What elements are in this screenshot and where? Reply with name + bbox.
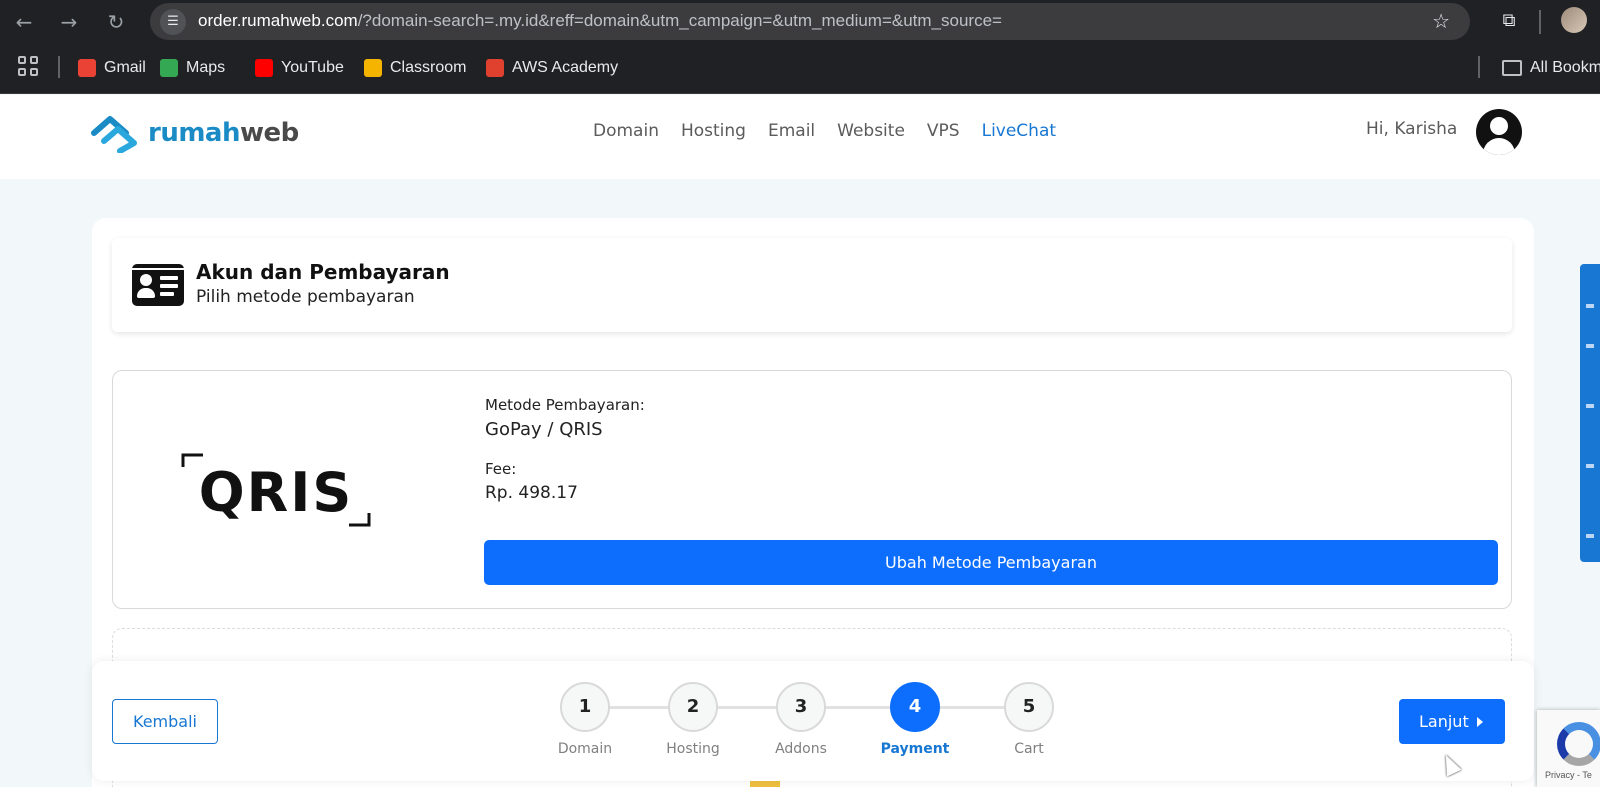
extensions-icon[interactable]: ⧉ <box>1496 8 1522 34</box>
step-connector <box>940 706 1004 709</box>
step-connector <box>826 706 890 709</box>
forward-arrow-icon[interactable]: → <box>55 8 83 36</box>
main-nav: Domain Hosting Email Website VPS LiveChat <box>593 121 1056 141</box>
folder-icon <box>1502 60 1522 76</box>
profile-avatar[interactable] <box>1561 7 1587 33</box>
partial-image <box>750 780 780 787</box>
nav-email[interactable]: Email <box>768 121 815 141</box>
recaptcha-privacy-text[interactable]: Privacy - Te <box>1545 770 1592 780</box>
browser-toolbar: ← → ↻ ☰ order.rumahweb.com/?domain-searc… <box>0 0 1600 44</box>
step-cart-circle[interactable]: 5 <box>1004 682 1054 732</box>
change-payment-method-button[interactable]: Ubah Metode Pembayaran <box>484 540 1498 585</box>
bookmark-label: AWS Academy <box>512 59 619 76</box>
back-button[interactable]: Kembali <box>112 699 218 744</box>
url-path: /?domain-search=.my.id&reff=domain&utm_c… <box>357 11 1002 30</box>
step-domain-label: Domain <box>557 741 613 757</box>
site-header: rumahweb Domain Hosting Email Website VPS Liv… <box>0 95 1600 179</box>
step-connector <box>718 706 776 709</box>
site-info-icon[interactable]: ☰ <box>160 9 186 35</box>
section-title: Akun dan Pembayaran <box>196 260 450 284</box>
step-addons-label: Addons <box>775 741 827 757</box>
bookmark-maps[interactable]: Maps <box>160 56 225 80</box>
classroom-icon <box>364 59 382 77</box>
bookmark-label: Gmail <box>104 59 146 76</box>
back-arrow-icon[interactable]: ← <box>10 8 38 36</box>
id-card-icon <box>132 264 184 306</box>
url-text[interactable]: order.rumahweb.com/?domain-search=.my.id… <box>198 11 1002 31</box>
bookmark-gmail[interactable]: Gmail <box>78 56 146 80</box>
payment-method-label: Metode Pembayaran: <box>485 396 645 414</box>
feedback-side-tab[interactable] <box>1580 264 1600 562</box>
all-bookmarks-button[interactable]: All Bookm <box>1502 56 1600 80</box>
checkout-stepper-bar: Kembali 1 Domain 2 Hosting 3 Addons 4 Payment 5 C… <box>92 661 1534 781</box>
payment-method-value: GoPay / QRIS <box>485 419 603 440</box>
bookmark-label: Classroom <box>390 59 467 76</box>
logo-text: rumahweb <box>148 118 299 148</box>
step-domain-circle[interactable]: 1 <box>560 682 610 732</box>
section-header: Akun dan Pembayaran Pilih metode pembaya… <box>112 238 1512 332</box>
step-payment-circle[interactable]: 4 <box>890 682 940 732</box>
bookmark-star-icon[interactable]: ☆ <box>1432 9 1450 33</box>
maps-icon <box>160 59 178 77</box>
step-addons-circle[interactable]: 3 <box>776 682 826 732</box>
aws-academy-icon <box>486 59 504 77</box>
rumahweb-logo[interactable]: rumahweb <box>90 113 299 153</box>
gmail-icon <box>78 59 96 77</box>
bookmark-classroom[interactable]: Classroom <box>364 56 466 80</box>
fee-value: Rp. 498.17 <box>485 483 578 503</box>
toolbar-divider <box>1539 10 1541 34</box>
youtube-icon <box>255 59 273 77</box>
recaptcha-badge[interactable]: Privacy - Te <box>1537 710 1600 787</box>
caret-right-icon <box>1477 717 1483 727</box>
all-bookmarks-label: All Bookm <box>1530 59 1600 76</box>
svg-text:QRIS: QRIS <box>199 461 353 524</box>
bookmark-youtube[interactable]: YouTube <box>255 56 344 80</box>
qris-logo: QRIS <box>181 453 371 527</box>
apps-grid-icon[interactable] <box>18 56 40 78</box>
next-button[interactable]: Lanjut <box>1399 699 1505 744</box>
bookmark-label: YouTube <box>281 59 344 76</box>
nav-domain[interactable]: Domain <box>593 121 659 141</box>
bookmarks-divider <box>1478 56 1480 78</box>
bookmarks-divider <box>58 56 60 78</box>
nav-vps[interactable]: VPS <box>927 121 960 141</box>
bookmark-aws-academy[interactable]: AWS Academy <box>486 56 618 80</box>
step-connector <box>610 706 668 709</box>
payment-method-panel: QRIS Metode Pembayaran: GoPay / QRIS Fee… <box>112 370 1512 609</box>
user-greeting: Hi, Karisha <box>1366 119 1458 139</box>
step-hosting-circle[interactable]: 2 <box>668 682 718 732</box>
step-hosting-label: Hosting <box>666 741 720 757</box>
bookmarks-bar: Gmail Maps YouTube Classroom AWS Academy All… <box>0 44 1600 94</box>
step-payment-label: Payment <box>880 741 950 757</box>
nav-website[interactable]: Website <box>837 121 905 141</box>
nav-hosting[interactable]: Hosting <box>681 121 746 141</box>
section-subtitle: Pilih metode pembayaran <box>196 287 415 307</box>
nav-livechat[interactable]: LiveChat <box>982 121 1056 141</box>
reload-icon[interactable]: ↻ <box>102 8 130 36</box>
url-host: order.rumahweb.com <box>198 11 358 30</box>
address-bar[interactable]: ☰ order.rumahweb.com/?domain-search=.my.… <box>150 3 1470 40</box>
next-button-label: Lanjut <box>1419 712 1469 731</box>
bookmark-label: Maps <box>186 59 226 76</box>
recaptcha-icon <box>1557 722 1600 766</box>
step-cart-label: Cart <box>1014 741 1044 757</box>
rumahweb-logo-icon <box>91 116 137 153</box>
fee-label: Fee: <box>485 460 517 478</box>
user-avatar-icon[interactable] <box>1476 109 1522 155</box>
